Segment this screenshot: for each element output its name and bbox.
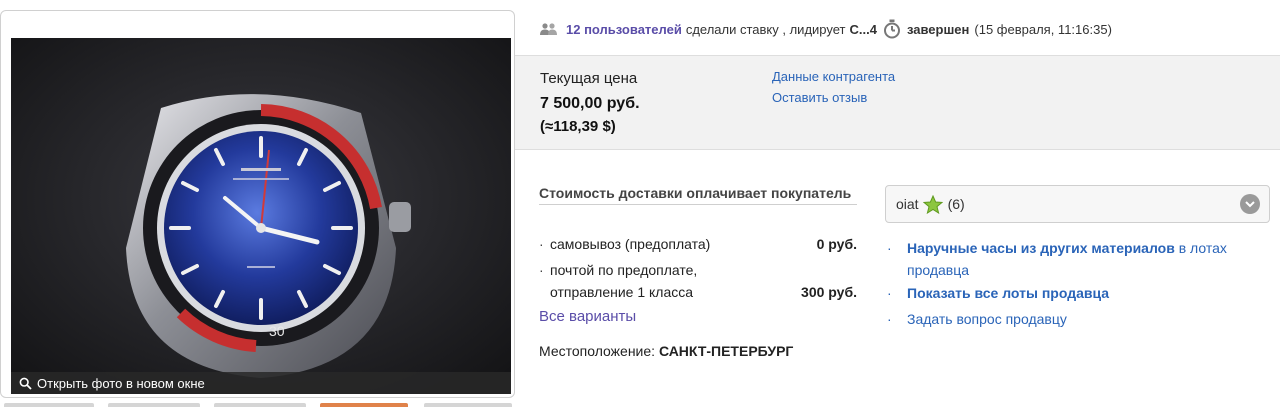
bid-text: сделали ставку , лидирует — [685, 21, 846, 37]
price-label: Текущая цена — [540, 70, 638, 87]
location-label: Местоположение: — [539, 343, 656, 359]
seller-dropdown[interactable]: oiat (6) — [885, 185, 1270, 223]
thumbnail-active[interactable] — [320, 403, 408, 407]
seller-category-tail[interactable]: в лотах — [1175, 240, 1227, 256]
auction-status: завершен — [906, 21, 970, 37]
seller-name[interactable]: oiat — [896, 196, 919, 212]
location: Местоположение: САНКТ-ПЕТЕРБУРГ — [539, 343, 793, 359]
open-photo-label: Открыть фото в новом окне — [37, 375, 205, 391]
thumbnail[interactable] — [424, 403, 512, 407]
seller-category-name[interactable]: Наручные часы из других материалов — [907, 240, 1175, 256]
seller-category-link[interactable]: · Наручные часы из других материалов в л… — [885, 237, 1275, 281]
watch-photo: 30 — [11, 38, 511, 394]
price-box: Текущая цена 7 500,00 руб. (≈118,39 $) Д… — [515, 55, 1280, 150]
contragent-data-link[interactable]: Данные контрагента — [772, 69, 895, 84]
all-variants-link[interactable]: Все варианты — [539, 308, 636, 325]
seller-category-tail-cont[interactable]: продавца — [907, 262, 969, 278]
seller-rating: (6) — [947, 196, 965, 212]
delivery-option: · самовывоз (предоплата) 0 руб. — [539, 233, 857, 255]
leader-name: С...4 — [849, 21, 877, 37]
bidders-link[interactable]: 12 пользователей — [566, 22, 682, 37]
auction-stats: 12 пользователей сделали ставку , лидиру… — [539, 17, 1112, 41]
thumbnail[interactable] — [214, 403, 306, 407]
delivery-option-price: 300 руб. — [801, 284, 857, 300]
delivery-option-name: почтой по предоплате, — [550, 262, 698, 278]
star-icon — [922, 194, 943, 214]
all-seller-lots-link[interactable]: · Показать все лоты продавца — [885, 282, 1275, 304]
delivery-option-name: самовывоз (предоплата) — [550, 236, 711, 252]
thumbnail[interactable] — [108, 403, 200, 407]
bezel-number: 30 — [269, 323, 285, 339]
thumbnail-strip — [0, 403, 515, 407]
price-usd: (≈118,39 $) — [540, 118, 616, 135]
leave-review-link[interactable]: Оставить отзыв — [772, 90, 867, 105]
photo-panel: 30 Открыть фото в новом окне — [0, 10, 515, 398]
chevron-down-icon[interactable] — [1240, 194, 1260, 214]
thumbnail[interactable] — [4, 403, 94, 407]
all-seller-lots-label[interactable]: Показать все лоты продавца — [907, 285, 1109, 301]
auction-end-time: (15 февраля, 11:16:35) — [974, 21, 1112, 37]
users-icon — [539, 22, 559, 36]
ask-seller-label[interactable]: Задать вопрос продавцу — [907, 311, 1067, 327]
current-price: 7 500,00 руб. — [540, 95, 640, 112]
delivery-option: · почтой по предоплате, отправление 1 кла… — [539, 259, 857, 303]
main-photo[interactable]: 30 Открыть фото в новом окне — [11, 38, 511, 394]
location-city: САНКТ-ПЕТЕРБУРГ — [658, 343, 794, 359]
seller-links: · Наручные часы из других материалов в л… — [885, 237, 1275, 330]
ask-seller-link[interactable]: · Задать вопрос продавцу — [885, 308, 1275, 330]
stopwatch-icon — [883, 19, 901, 39]
delivery-title: Стоимость доставки оплачивает покупатель — [539, 184, 857, 205]
open-photo-button[interactable]: Открыть фото в новом окне — [11, 372, 511, 394]
magnifier-icon — [19, 377, 32, 390]
delivery-option-price: 0 руб. — [816, 236, 857, 252]
